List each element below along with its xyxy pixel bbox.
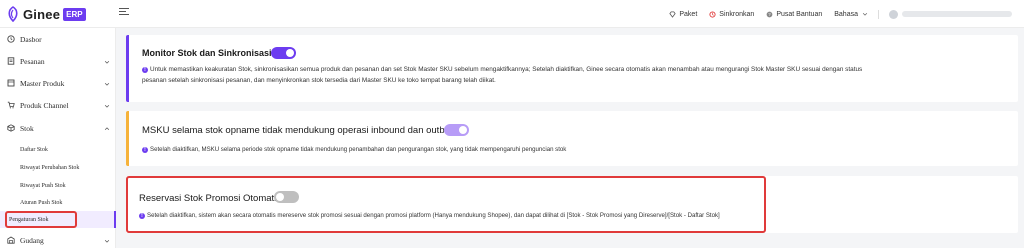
sidebar: Dasbor Pesanan Master Produk Produk Chan… [0, 28, 116, 248]
monitor-stok-card: Monitor Stok dan Sinkronisasi ! Untuk mem… [126, 35, 1018, 102]
sidebar-subitem-riwayat-perubahan-stok[interactable]: Riwayat Perubahan Stok [0, 161, 116, 175]
msku-opname-toggle[interactable] [444, 124, 469, 136]
sync-icon [709, 10, 716, 18]
sidebar-item-dasbor[interactable]: Dasbor [0, 30, 116, 48]
paket-label: Paket [679, 10, 698, 18]
chevron-down-icon [861, 11, 868, 18]
card-title: MSKU selama stok opname tidak mendukung … [142, 125, 466, 136]
bahasa-label: Bahasa [834, 10, 858, 18]
chevron-down-icon [104, 237, 110, 243]
chevron-down-icon [104, 58, 110, 64]
pusat-bantuan-link[interactable]: ? Pusat Bantuan [766, 11, 822, 18]
top-header: Ginee ERP Paket Sinkronkan ? Pusat Bantu… [0, 0, 1024, 28]
sidebar-item-master-produk[interactable]: Master Produk [0, 74, 116, 92]
sidebar-item-label: Gudang [20, 235, 44, 245]
erp-badge: ERP [63, 7, 86, 21]
sidebar-subitem-label: Aturan Push Stok [20, 200, 63, 206]
info-text: Setelah diaktifkan, MSKU selama periode … [150, 146, 567, 153]
toggle-knob [459, 126, 467, 134]
diamond-icon [669, 10, 676, 18]
sinkronkan-link[interactable]: Sinkronkan [709, 11, 754, 18]
sidebar-item-label: Produk Channel [20, 100, 69, 110]
sidebar-item-label: Master Produk [20, 78, 65, 88]
toggle-knob [286, 49, 294, 57]
username-blurred[interactable] [902, 11, 1012, 17]
sinkronkan-label: Sinkronkan [719, 10, 755, 18]
sidebar-item-label: Stok [20, 123, 34, 133]
monitor-stok-toggle[interactable] [271, 47, 296, 59]
card-info: ! Setelah diaktifkan, MSKU selama periode… [142, 145, 566, 156]
header-actions: Paket Sinkronkan ? Pusat Bantuan Bahasa [657, 0, 1012, 28]
brand-name: Ginee [23, 6, 61, 22]
sidebar-item-produk-channel[interactable]: Produk Channel [0, 96, 116, 114]
card-info: ! Untuk memastikan keakuratan Stok, sinkr… [142, 65, 1012, 86]
active-indicator [114, 211, 116, 228]
sidebar-subitem-aturan-push-stok[interactable]: Aturan Push Stok [0, 196, 116, 210]
sidebar-subitem-label: Riwayat Perubahan Stok [20, 165, 80, 171]
info-icon: ! [142, 67, 148, 73]
avatar[interactable] [889, 9, 898, 19]
language-select[interactable]: Bahasa [834, 11, 868, 18]
cart-icon [7, 101, 15, 109]
ginee-logo-icon [6, 6, 20, 22]
sidebar-item-stok[interactable]: Stok [0, 119, 116, 137]
info-icon: ! [142, 147, 148, 153]
sidebar-subitem-riwayat-push-stok[interactable]: Riwayat Push Stok [0, 179, 116, 193]
chevron-up-icon [104, 125, 110, 131]
sidebar-item-gudang[interactable]: Gudang [0, 231, 116, 248]
card-title: Monitor Stok dan Sinkronisasi [142, 48, 272, 58]
chevron-down-icon [104, 102, 110, 108]
pusat-bantuan-label: Pusat Bantuan [776, 10, 823, 18]
sidebar-subitem-daftar-stok[interactable]: Daftar Stok [0, 143, 116, 157]
cube-icon [7, 124, 15, 132]
sidebar-subitem-label: Daftar Stok [20, 147, 48, 153]
paket-link[interactable]: Paket [669, 11, 697, 18]
document-icon [7, 57, 15, 65]
chevron-down-icon [104, 80, 110, 86]
box-icon [7, 79, 15, 87]
menu-toggle-icon[interactable] [119, 8, 129, 18]
help-icon: ? [766, 11, 773, 18]
home-icon [7, 35, 15, 43]
sidebar-subitem-label: Riwayat Push Stok [20, 183, 66, 189]
info-text-line2: pesanan setelah sinkronisasi pesanan, da… [142, 76, 496, 84]
ginee-logo[interactable]: Ginee ERP [6, 5, 86, 23]
warehouse-icon [7, 236, 15, 244]
highlight-box-reservasi [126, 176, 766, 233]
info-text-line1: Untuk memastikan keakuratan Stok, sinkro… [150, 66, 863, 73]
highlight-box-sidebar [5, 211, 77, 228]
divider [878, 9, 879, 19]
sidebar-item-label: Dasbor [20, 34, 42, 44]
msku-opname-card: MSKU selama stok opname tidak mendukung … [126, 111, 1018, 166]
sidebar-item-pesanan[interactable]: Pesanan [0, 52, 116, 70]
sidebar-item-label: Pesanan [20, 56, 45, 66]
